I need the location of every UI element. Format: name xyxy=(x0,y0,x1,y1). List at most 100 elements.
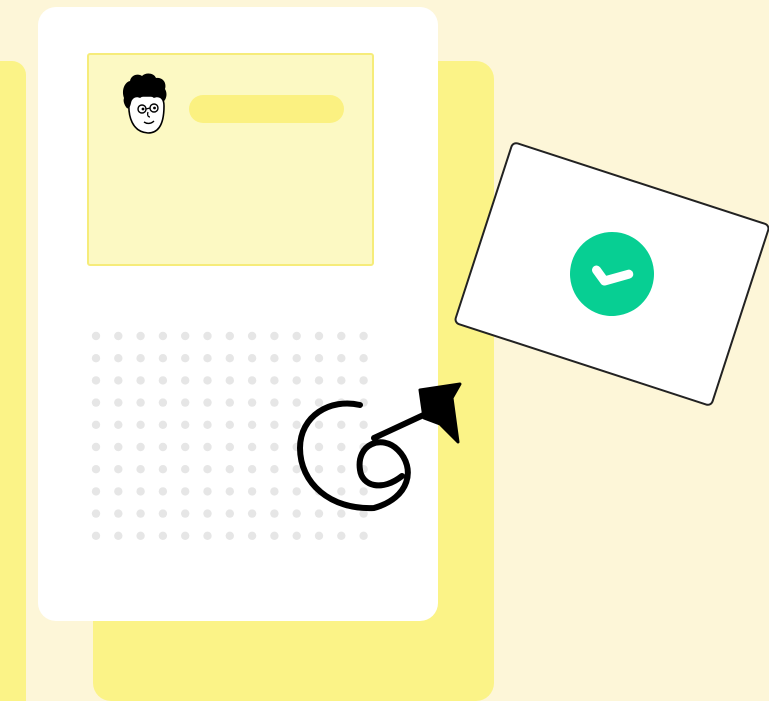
grid-dot xyxy=(181,420,190,429)
grid-dot xyxy=(181,509,190,518)
grid-dot xyxy=(114,442,123,452)
grid-dot xyxy=(247,376,257,385)
grid-dot xyxy=(158,509,168,518)
grid-dot xyxy=(158,531,168,540)
grid-dot xyxy=(114,531,123,540)
check-circle-icon xyxy=(559,221,665,327)
grid-dot xyxy=(270,376,279,385)
grid-dot xyxy=(91,331,101,341)
grid-dot xyxy=(270,420,279,429)
grid-dot xyxy=(225,465,234,474)
grid-dot xyxy=(247,331,257,341)
grid-dot xyxy=(91,354,101,363)
grid-dot xyxy=(136,376,145,385)
grid-dot xyxy=(247,442,257,452)
grid-dot xyxy=(91,487,101,496)
grid-dot xyxy=(225,376,234,385)
grid-dot xyxy=(225,531,234,540)
grid-dot xyxy=(91,398,101,407)
grid-dot xyxy=(247,487,257,496)
grid-dot xyxy=(203,509,212,518)
grid-dot xyxy=(203,442,212,452)
grid-dot xyxy=(203,531,212,540)
grid-dot xyxy=(91,420,101,429)
grid-dot xyxy=(181,465,190,474)
grid-dot xyxy=(114,376,123,385)
grid-dot xyxy=(158,331,168,341)
grid-dot xyxy=(136,420,145,429)
grid-dot xyxy=(337,354,346,363)
confirmation-card xyxy=(452,140,769,408)
grid-dot xyxy=(270,442,279,452)
grid-dot xyxy=(247,531,257,540)
grid-dot xyxy=(203,487,212,496)
grid-dot xyxy=(158,354,168,363)
grid-dot xyxy=(270,487,279,496)
grid-dot xyxy=(114,331,123,341)
grid-dot xyxy=(136,487,145,496)
grid-dot xyxy=(136,509,145,518)
grid-dot xyxy=(114,487,123,496)
grid-dot xyxy=(136,354,145,363)
grid-dot xyxy=(270,398,279,407)
grid-dot xyxy=(181,531,190,540)
grid-dot xyxy=(247,509,257,518)
grid-dot xyxy=(203,354,212,363)
grid-dot xyxy=(181,376,190,385)
grid-dot xyxy=(225,487,234,496)
grid-dot xyxy=(114,420,123,429)
grid-dot xyxy=(270,331,279,341)
grid-dot xyxy=(359,354,368,363)
grid-dot xyxy=(270,465,279,474)
grid-dot xyxy=(114,509,123,518)
grid-dot xyxy=(247,420,257,429)
grid-dot xyxy=(114,398,123,407)
grid-dot xyxy=(225,354,234,363)
grid-dot xyxy=(203,420,212,429)
grid-dot xyxy=(136,465,145,474)
grid-dot xyxy=(114,465,123,474)
grid-dot xyxy=(225,442,234,452)
grid-dot xyxy=(136,398,145,407)
grid-dot xyxy=(203,331,212,341)
hand-drawn-loop-arrow xyxy=(297,382,462,512)
grid-dot xyxy=(91,465,101,474)
grid-dot xyxy=(225,398,234,407)
grid-dot xyxy=(359,331,368,341)
checkmark-icon xyxy=(591,265,634,286)
grid-dot xyxy=(136,442,145,452)
grid-dot xyxy=(158,442,168,452)
grid-dot xyxy=(181,398,190,407)
grid-dot xyxy=(270,531,279,540)
illustration-canvas xyxy=(0,0,769,701)
grid-dot xyxy=(203,465,212,474)
grid-dot xyxy=(158,398,168,407)
grid-dot xyxy=(158,465,168,474)
name-placeholder-bar xyxy=(189,95,344,123)
grid-dot xyxy=(203,398,212,407)
grid-dot xyxy=(292,531,301,540)
grid-dot xyxy=(203,376,212,385)
grid-dot xyxy=(225,331,234,341)
grid-dot xyxy=(158,376,168,385)
grid-dot xyxy=(337,331,346,341)
grid-dot xyxy=(181,487,190,496)
grid-dot xyxy=(91,442,101,452)
left-yellow-panel xyxy=(0,61,26,701)
grid-dot xyxy=(225,509,234,518)
grid-dot xyxy=(136,331,145,341)
grid-dot xyxy=(247,354,257,363)
grid-dot xyxy=(91,531,101,540)
grid-dot xyxy=(270,354,279,363)
grid-dot xyxy=(314,531,324,540)
grid-dot xyxy=(181,331,190,341)
grid-dot xyxy=(91,376,101,385)
grid-dot xyxy=(314,331,324,341)
avatar xyxy=(122,73,167,134)
grid-dot xyxy=(247,398,257,407)
grid-dot xyxy=(181,442,190,452)
grid-dot xyxy=(314,354,324,363)
grid-dot xyxy=(91,509,101,518)
grid-dot xyxy=(247,465,257,474)
grid-dot xyxy=(158,487,168,496)
